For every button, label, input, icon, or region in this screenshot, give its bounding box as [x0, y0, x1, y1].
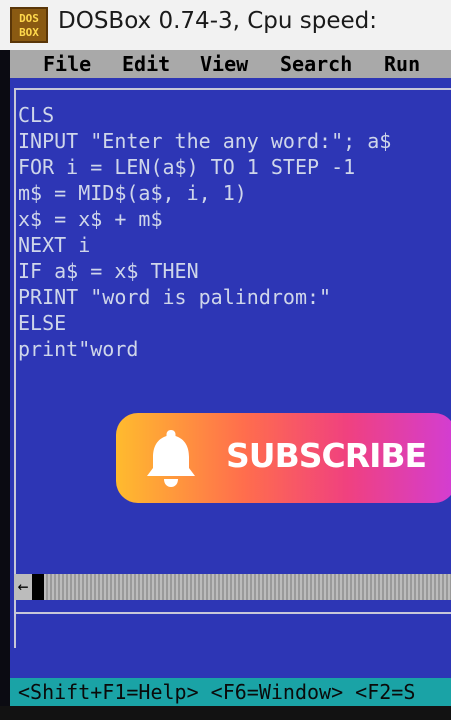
- logo-line-2: BOX: [19, 26, 39, 39]
- code-line: INPUT "Enter the any word:"; a$: [18, 129, 392, 153]
- code-editor[interactable]: CLS INPUT "Enter the any word:"; a$ FOR …: [18, 102, 391, 362]
- window-titlebar: DOS BOX DOSBox 0.74-3, Cpu speed:: [0, 0, 451, 50]
- code-line: m$ = MID$(a$, i, 1): [18, 181, 247, 205]
- scrollbar-thumb[interactable]: [32, 574, 44, 600]
- window-title: DOSBox 0.74-3, Cpu speed:: [58, 8, 378, 34]
- code-line: print"word: [18, 337, 139, 361]
- dosbox-logo-icon: DOS BOX: [10, 7, 48, 43]
- scroll-left-arrow-icon[interactable]: ←: [14, 574, 32, 600]
- subscribe-label: SUBSCRIBE: [226, 436, 427, 475]
- status-text: <Shift+F1=Help> <F6=Window> <F2=S: [18, 680, 416, 704]
- bottom-strip: [0, 706, 451, 720]
- code-line: CLS: [18, 103, 55, 127]
- code-line: ELSE: [18, 311, 67, 335]
- menu-run[interactable]: Run: [384, 52, 420, 76]
- code-line: x$ = x$ + m$: [18, 207, 163, 231]
- horizontal-scrollbar[interactable]: [14, 574, 451, 600]
- code-line: NEXT i: [18, 233, 91, 257]
- menu-search[interactable]: Search: [280, 52, 352, 76]
- menu-view[interactable]: View: [200, 52, 248, 76]
- menu-bar: File Edit View Search Run: [10, 50, 451, 78]
- code-line: IF a$ = x$ THEN: [18, 259, 199, 283]
- menu-edit[interactable]: Edit: [122, 52, 170, 76]
- code-line: FOR i = LEN(a$) TO 1 STEP -1: [18, 155, 356, 179]
- immediate-window-divider: [14, 612, 451, 614]
- logo-line-1: DOS: [19, 12, 39, 25]
- menu-file[interactable]: File: [43, 52, 91, 76]
- status-bar: <Shift+F1=Help> <F6=Window> <F2=S: [10, 678, 451, 706]
- code-line: PRINT "word is palindrom:": [18, 285, 332, 309]
- bell-icon: [147, 430, 195, 487]
